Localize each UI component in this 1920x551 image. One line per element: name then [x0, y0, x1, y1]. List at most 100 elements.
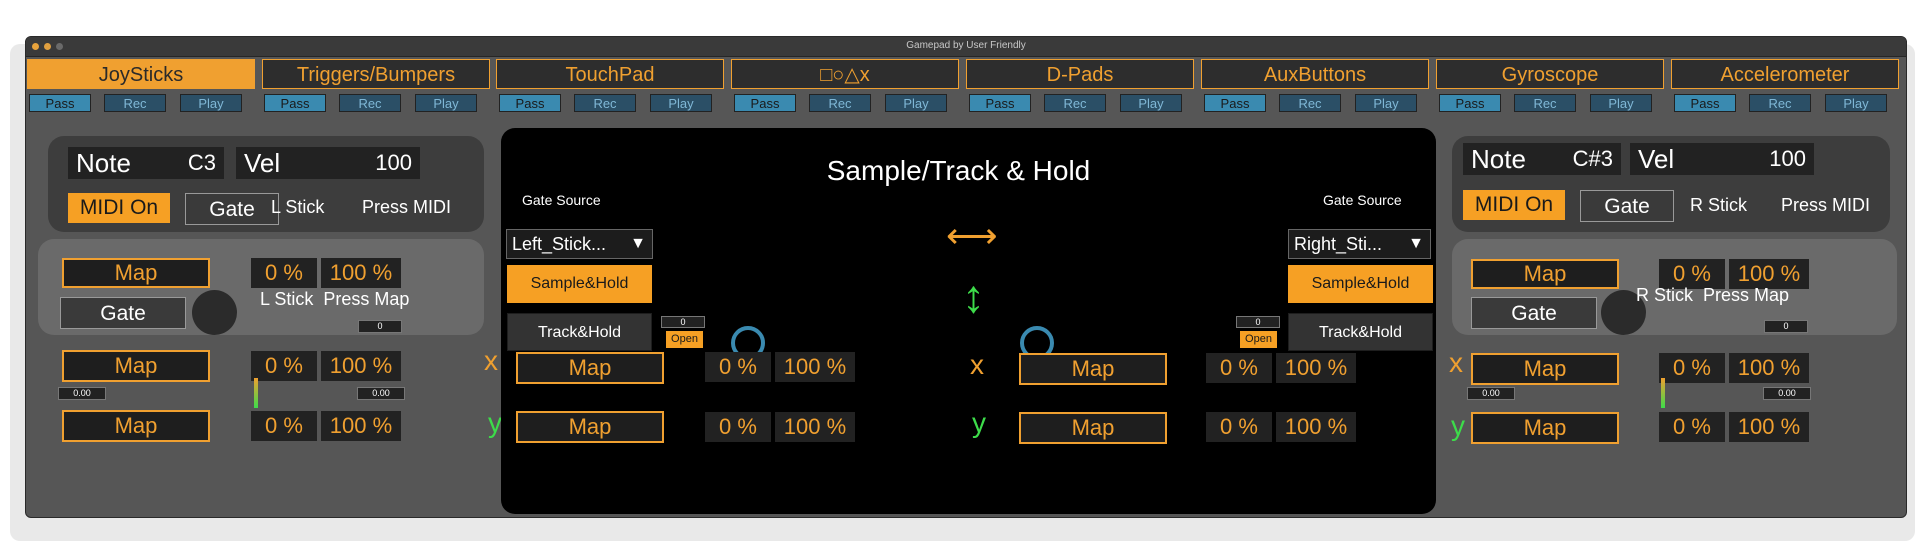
right-press-map-label: R Stick Press Map	[1636, 285, 1790, 305]
play-button[interactable]: Play	[885, 94, 947, 112]
note-label: Note	[76, 148, 131, 178]
rec-button[interactable]: Rec	[1749, 94, 1811, 112]
left-min-percent[interactable]: 0 %	[251, 258, 317, 288]
rec-button[interactable]: Rec	[104, 94, 166, 112]
right-gate-button-2[interactable]: Gate	[1471, 297, 1597, 329]
pass-button[interactable]: Pass	[1674, 94, 1736, 112]
center-right-y-max[interactable]: 100 %	[1276, 412, 1356, 442]
pass-button[interactable]: Pass	[29, 94, 91, 112]
vertical-arrow-icon: ↕	[962, 270, 985, 322]
right-x-value-a[interactable]: 0.00	[1467, 387, 1515, 400]
center-right-y-map-button[interactable]: Map	[1019, 412, 1167, 444]
right-y-max[interactable]: 100 %	[1729, 412, 1809, 442]
play-button[interactable]: Play	[1355, 94, 1417, 112]
center-x-axis-label: x	[970, 349, 984, 380]
pass-button[interactable]: Pass	[264, 94, 326, 112]
center-left-x-map-button[interactable]: Map	[516, 352, 664, 384]
right-stick-label: R Stick	[1690, 195, 1748, 215]
right-velocity-box[interactable]: Vel 100	[1630, 143, 1814, 175]
pass-button[interactable]: Pass	[969, 94, 1031, 112]
pass-button[interactable]: Pass	[734, 94, 796, 112]
rec-button[interactable]: Rec	[339, 94, 401, 112]
center-left-y-min[interactable]: 0 %	[705, 412, 771, 442]
play-button[interactable]: Play	[1825, 94, 1887, 112]
left-y-min[interactable]: 0 %	[251, 411, 317, 441]
rec-button[interactable]: Rec	[809, 94, 871, 112]
right-sample-hold-button[interactable]: Sample&Hold	[1288, 265, 1433, 303]
left-x-value-b[interactable]: 0.00	[357, 387, 405, 400]
right-y-map-button[interactable]: Map	[1471, 412, 1619, 444]
play-button[interactable]: Play	[180, 94, 242, 112]
left-x-map-button[interactable]: Map	[62, 350, 210, 382]
center-left-x-min[interactable]: 0 %	[705, 352, 771, 382]
left-map-button[interactable]: Map	[62, 258, 210, 288]
rec-button[interactable]: Rec	[1044, 94, 1106, 112]
left-x-min[interactable]: 0 %	[251, 351, 317, 381]
left-max-percent[interactable]: 100 %	[321, 258, 401, 288]
play-button[interactable]: Play	[1120, 94, 1182, 112]
right-x-map-button[interactable]: Map	[1471, 353, 1619, 385]
right-y-min[interactable]: 0 %	[1659, 412, 1725, 442]
left-y-map-button[interactable]: Map	[62, 410, 210, 442]
left-note-box[interactable]: Note C3	[68, 147, 224, 179]
tab-triggers-bumpers[interactable]: Triggers/Bumpers	[262, 59, 490, 89]
play-button[interactable]: Play	[1590, 94, 1652, 112]
right-x-value-b[interactable]: 0.00	[1763, 387, 1811, 400]
left-track-hold-button[interactable]: Track&Hold	[507, 313, 652, 351]
center-left-y-max[interactable]: 100 %	[775, 412, 855, 442]
left-level-meter	[254, 378, 258, 408]
center-right-x-min[interactable]: 0 %	[1206, 353, 1272, 383]
left-gate-button-2[interactable]: Gate	[60, 297, 186, 329]
left-x-value-a[interactable]: 0.00	[58, 387, 106, 400]
center-left-y-map-button[interactable]: Map	[516, 411, 664, 443]
right-y-axis-label: y	[1451, 410, 1465, 441]
right-press-value[interactable]: 0	[1764, 320, 1808, 333]
right-hold-value[interactable]: 0	[1236, 316, 1280, 328]
play-button[interactable]: Play	[650, 94, 712, 112]
center-right-x-max[interactable]: 100 %	[1276, 353, 1356, 383]
right-x-min[interactable]: 0 %	[1659, 353, 1725, 383]
right-midi-on-button[interactable]: MIDI On	[1463, 190, 1565, 220]
velocity-label: Vel	[244, 148, 281, 178]
center-right-x-map-button[interactable]: Map	[1019, 353, 1167, 385]
tab-dpads[interactable]: D-Pads	[966, 59, 1194, 89]
app-window: Gamepad by User Friendly JoySticks Trigg…	[25, 36, 1907, 518]
center-left-x-max[interactable]: 100 %	[775, 352, 855, 382]
pass-button[interactable]: Pass	[1204, 94, 1266, 112]
center-right-y-min[interactable]: 0 %	[1206, 412, 1272, 442]
note-value: C#3	[1572, 146, 1613, 171]
right-track-hold-button[interactable]: Track&Hold	[1288, 313, 1433, 351]
tab-joysticks[interactable]: JoySticks	[27, 59, 255, 89]
rec-button[interactable]: Rec	[574, 94, 636, 112]
left-midi-on-button[interactable]: MIDI On	[68, 193, 170, 223]
pass-button[interactable]: Pass	[499, 94, 561, 112]
left-y-max[interactable]: 100 %	[321, 411, 401, 441]
tab-gyroscope[interactable]: Gyroscope	[1436, 59, 1664, 89]
left-gate-source-select[interactable]: Left_Stick... ▼	[506, 229, 653, 259]
tab-accelerometer[interactable]: Accelerometer	[1671, 59, 1899, 89]
tab-face-buttons[interactable]: □○△x	[731, 59, 959, 89]
rec-button[interactable]: Rec	[1279, 94, 1341, 112]
right-gate-source-label: Gate Source	[1323, 192, 1402, 208]
left-hold-value[interactable]: 0	[661, 316, 705, 328]
rec-button[interactable]: Rec	[1514, 94, 1576, 112]
left-sample-hold-button[interactable]: Sample&Hold	[507, 265, 652, 303]
left-gate-source-label: Gate Source	[522, 192, 601, 208]
left-x-max[interactable]: 100 %	[321, 351, 401, 381]
right-note-box[interactable]: Note C#3	[1463, 143, 1621, 175]
left-y-axis-label: y	[488, 407, 502, 438]
pass-button[interactable]: Pass	[1439, 94, 1501, 112]
right-x-max[interactable]: 100 %	[1729, 353, 1809, 383]
right-gate-button[interactable]: Gate	[1580, 190, 1674, 222]
left-open-button[interactable]: Open	[666, 331, 703, 348]
right-gate-source-select[interactable]: Right_Sti... ▼	[1288, 229, 1431, 259]
play-button[interactable]: Play	[415, 94, 477, 112]
left-press-value[interactable]: 0	[358, 320, 402, 333]
tab-touchpad[interactable]: TouchPad	[496, 59, 724, 89]
left-gate-button[interactable]: Gate	[185, 193, 279, 225]
tab-auxbuttons[interactable]: AuxButtons	[1201, 59, 1429, 89]
left-velocity-box[interactable]: Vel 100	[236, 147, 420, 179]
left-press-map-label: L Stick Press Map	[260, 289, 410, 309]
right-open-button[interactable]: Open	[1240, 331, 1277, 348]
right-map-button[interactable]: Map	[1471, 259, 1619, 289]
